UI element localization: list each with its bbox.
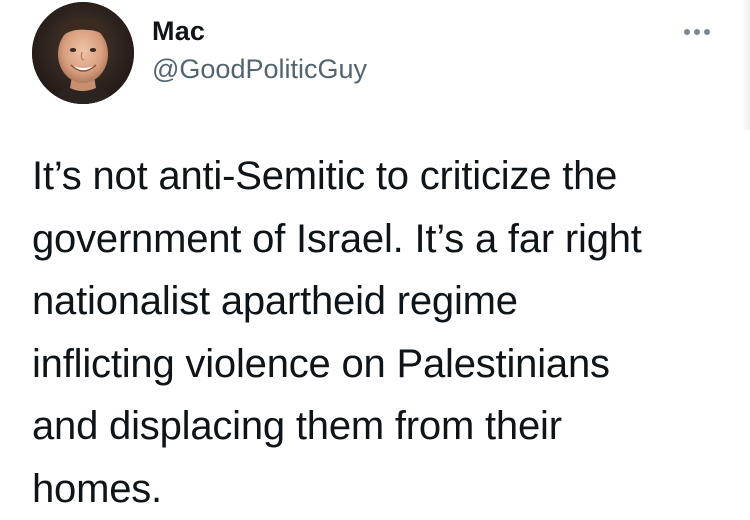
username-handle[interactable]: @GoodPoliticGuy: [152, 54, 367, 85]
scrollbar-edge: [742, 0, 750, 130]
more-options-button[interactable]: [676, 18, 718, 46]
avatar-photo: [32, 2, 134, 104]
display-name[interactable]: Mac: [152, 16, 205, 47]
avatar[interactable]: [32, 2, 134, 104]
tweet-text-line: inflicting violence on Palestinians: [32, 333, 722, 396]
tweet-card: Mac @GoodPoliticGuy It’s not anti-Semiti…: [0, 0, 750, 518]
more-options-icon: [684, 29, 690, 35]
tweet-text-line: nationalist apartheid regime: [32, 270, 722, 333]
more-options-icon: [694, 29, 700, 35]
more-options-icon: [704, 29, 710, 35]
tweet-text-line: government of Israel. It’s a far right: [32, 208, 722, 271]
tweet-text-line: It’s not anti-Semitic to criticize the: [32, 145, 722, 208]
tweet-text-line: and displacing them from their: [32, 395, 722, 458]
tweet-text: It’s not anti-Semitic to criticize the g…: [32, 145, 722, 520]
tweet-text-line: homes.: [32, 458, 722, 520]
